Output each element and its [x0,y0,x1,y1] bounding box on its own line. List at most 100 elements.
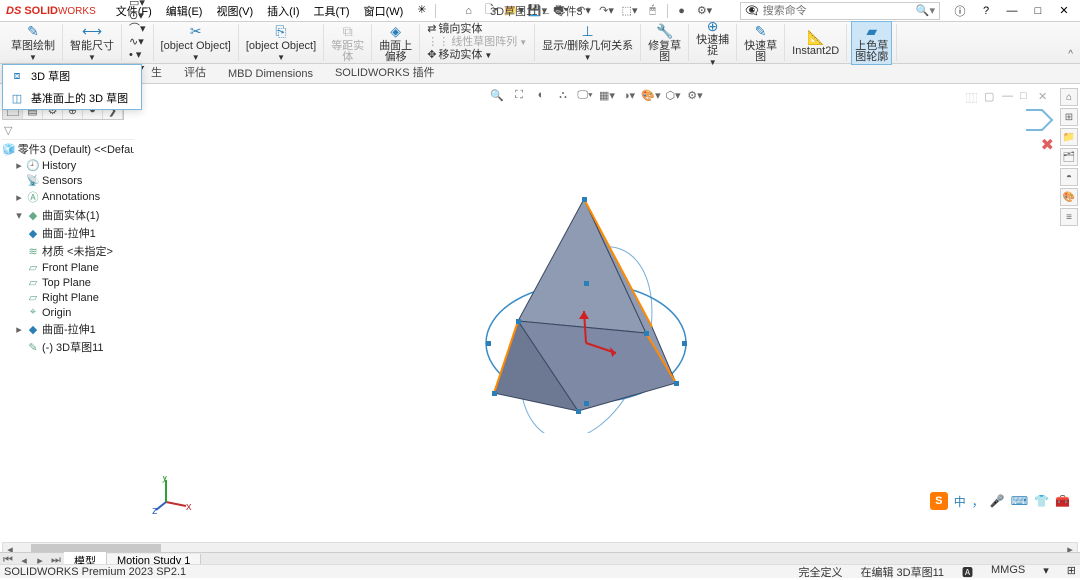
taskpane-appearance-icon[interactable]: 🎨 [1060,188,1078,206]
tree-right-plane[interactable]: ▱Right Plane [2,290,134,305]
status-product: SOLIDWORKS Premium 2023 SP2.1 [4,566,186,578]
spline-tool[interactable]: ∿▾ [126,36,149,49]
ime-tools-icon[interactable]: 🧰 [1055,494,1070,508]
ime-toolbar[interactable]: S 中 ， 🎤 ⌨ 👕 🧰 [926,490,1074,512]
move-entities-button[interactable]: ✥移动实体▼ [424,49,495,62]
ribbon-collapse-icon[interactable]: ^ [1065,48,1076,61]
status-a-icon[interactable]: 🅰 [962,564,973,580]
tree-3dsketch11[interactable]: ✎(-) 3D草图11 [2,338,134,356]
zoom-fit-icon[interactable]: 🔍 [487,86,507,104]
circle-tool[interactable]: ⊙▾ [126,10,149,23]
taskpane-custom-icon[interactable]: ≡ [1060,208,1078,226]
graphics-viewport[interactable]: 🔍 ⛶ ◐ ⛬ 🖵▾ ▦▾ ◑▾ 🎨▾ ⬡▾ ⚙▾ ⿲ ▢ — □ ✕ ✖ [134,86,1058,540]
instant2d-button[interactable]: 📐 Instant2D [789,27,842,58]
display-relations-button[interactable]: ⊥ 显示/删除几何关系▼ [539,22,636,64]
menu-more[interactable]: ✳ [411,1,432,21]
section-view-icon[interactable]: ⛬ [553,86,573,104]
convert-icon: ⎘ [271,23,291,41]
maximize-icon[interactable]: □ [1026,2,1050,20]
view-orient-icon[interactable]: 🖵▾ [575,86,595,104]
taskpane-explorer-icon[interactable]: 🗂 [1060,148,1078,166]
window-float-icon[interactable]: ▢ [984,90,1000,104]
taskpane-library-icon[interactable]: 📁 [1060,128,1078,146]
window-min-icon[interactable]: — [1002,90,1018,104]
zoom-area-icon[interactable]: ⛶ [509,86,529,104]
search-dropdown-icon[interactable]: 🔍▾ [916,4,935,17]
cmd-tab-evaluate[interactable]: 评估 [173,61,217,83]
quick-snap-button[interactable]: ⊕ 快速捕 捉▼ [693,16,732,69]
menu-edit[interactable]: 编辑(E) [160,1,209,21]
cmd-tab-mbd[interactable]: MBD Dimensions [217,65,324,83]
tree-annotations[interactable]: ▸ⒶAnnotations [2,188,134,206]
menu-insert[interactable]: 插入(I) [261,1,305,21]
tree-front-plane[interactable]: ▱Front Plane [2,260,134,275]
repair-sketch-button[interactable]: 🔧 修复草 图 [645,22,684,64]
mirror-button[interactable]: ⇄镜向实体 [424,23,485,36]
apply-scene-icon[interactable]: ⬡▾ [663,86,683,104]
tree-sensors[interactable]: 📡Sensors [2,173,134,188]
dropdown-3d-sketch-on-plane[interactable]: ◫ 基准面上的 3D 草图 [3,87,141,109]
shade-sketch-button[interactable]: ▰ 上色草 图轮廓 [851,21,892,65]
convert-entities-button[interactable]: ⎘ [object Object]▼ [243,22,319,64]
quick-sketch-button[interactable]: ✎ 快速草 图 [741,22,780,64]
status-units[interactable]: MMGS [991,564,1025,580]
taskpane-resources-icon[interactable]: ⊞ [1060,108,1078,126]
tree-root[interactable]: 🧊零件3 (Default) <<Default>_ [2,140,134,158]
search-input[interactable] [763,5,916,17]
arc-tool[interactable]: ⌒▾ [126,23,149,36]
status-extra-icon[interactable]: ⊞ [1067,564,1076,580]
redo-icon[interactable]: ↷▾ [596,2,618,20]
options-icon[interactable]: ● [671,2,693,20]
window-max-icon[interactable]: □ [1020,90,1036,104]
menu-tools[interactable]: 工具(T) [308,1,356,21]
tree-top-plane[interactable]: ▱Top Plane [2,275,134,290]
select-icon[interactable]: ⬚▾ [619,2,641,20]
window-close-icon[interactable]: ✕ [1038,90,1054,104]
display-style-icon[interactable]: ▦▾ [597,86,617,104]
prev-view-icon[interactable]: ◐ [531,86,551,104]
sketch-button[interactable]: ✎ 草图绘制▼ [8,22,58,64]
taskpane-home-icon[interactable]: ⌂ [1060,88,1078,106]
status-units-dd-icon[interactable]: ▾ [1043,564,1049,580]
cancel-icon[interactable]: ✖ [1024,135,1054,155]
hide-show-icon[interactable]: ◑▾ [619,86,639,104]
window-tile-icon[interactable]: ⿲ [966,90,982,104]
menu-bar: 文件(F) 编辑(E) 视图(V) 插入(I) 工具(T) 窗口(W) ✳ [110,1,433,21]
tree-surface-bodies[interactable]: ▾◆曲面实体(1) [2,206,134,224]
trim-entities-button[interactable]: ✂ [object Object]▼ [158,22,234,64]
home-icon[interactable]: ⌂ [458,2,480,20]
ime-punct-icon[interactable]: ， [972,493,984,510]
help2-icon[interactable]: ? [974,2,998,20]
tree-loft1[interactable]: ▸◆曲面-拉伸1 [2,320,134,338]
close-icon[interactable]: ✕ [1052,2,1076,20]
sogou-logo-icon[interactable]: S [930,492,948,510]
minimize-icon[interactable]: — [1000,2,1024,20]
tree-material[interactable]: ≋材质 <未指定> [2,242,134,260]
rect-tool[interactable]: ▭▾ [126,0,149,10]
rebuild-icon[interactable]: 🖱 [642,2,664,20]
ime-skin-icon[interactable]: 👕 [1034,494,1049,508]
menu-window[interactable]: 窗口(W) [358,1,410,21]
confirm-corner[interactable]: ✖ [1024,108,1054,155]
menu-view[interactable]: 视图(V) [210,1,259,21]
filter-icon[interactable]: ▽ [4,125,12,137]
trim-icon: ✂ [186,23,206,41]
view-settings-icon[interactable]: ⚙▾ [685,86,705,104]
surface-offset-button[interactable]: ◈ 曲面上 偏移 [376,22,415,64]
help-icon[interactable]: ⓘ [948,2,972,20]
smart-dimension-button[interactable]: ⟷ 智能尺寸▼ [67,22,117,64]
point-tool[interactable]: • ▾ [126,49,149,62]
tree-history[interactable]: ▸🕘History [2,158,134,173]
view-triad[interactable]: x y z [152,476,192,516]
tree-surface-loft[interactable]: ◆曲面-拉伸1 [2,224,134,242]
ime-lang[interactable]: 中 [954,493,966,510]
ime-mic-icon[interactable]: 🎤 [990,494,1005,508]
surface-offset-icon: ◈ [386,23,406,41]
edit-appearance-icon[interactable]: 🎨▾ [641,86,661,104]
search-command[interactable]: 👁‍🗨 🔍▾ [740,2,940,20]
tree-origin[interactable]: ⌖Origin [2,305,134,320]
taskpane-view-icon[interactable]: ◓ [1060,168,1078,186]
ime-keyboard-icon[interactable]: ⌨ [1011,494,1028,508]
cmd-tab-addins[interactable]: SOLIDWORKS 插件 [324,61,446,83]
dropdown-3d-sketch[interactable]: ⧈ 3D 草图 [3,65,141,87]
